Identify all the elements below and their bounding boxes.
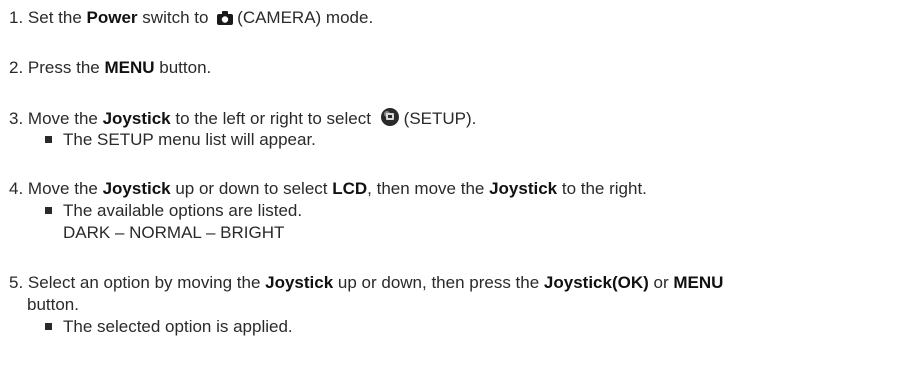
step-text: Move the <box>27 109 103 128</box>
bullet-icon <box>45 136 52 143</box>
bullet-icon <box>45 323 52 330</box>
step-text: Press the <box>27 58 105 77</box>
menu-label: MENU <box>104 58 155 77</box>
bullet-text: The selected option is applied. <box>63 317 293 336</box>
step-text: (CAMERA) mode. <box>237 8 374 27</box>
step-text: to the left or right to select <box>170 109 376 128</box>
joystick-ok-label: Joystick(OK) <box>543 273 649 292</box>
step-text: Set the <box>27 8 87 27</box>
step-text: Select an option by moving the <box>27 273 266 292</box>
step-5-continued: button. <box>27 294 79 316</box>
bullet-icon <box>45 207 52 214</box>
menu-label: MENU <box>673 273 724 292</box>
step-text: up or down to select <box>170 179 333 198</box>
step-1: 1. Set the Power switch to (CAMERA) mode… <box>9 7 373 32</box>
step-text: , then move the <box>367 179 490 198</box>
joystick-label: Joystick <box>102 179 171 198</box>
lcd-label: LCD <box>332 179 368 198</box>
step-number: 2. <box>9 58 24 77</box>
step-number: 5. <box>9 273 24 292</box>
step-5-bullet: The selected option is applied. <box>45 316 293 338</box>
step-number: 1. <box>9 8 24 27</box>
step-2: 2. Press the MENU button. <box>9 57 211 79</box>
step-4-bullet: The available options are listed. <box>45 200 302 222</box>
lcd-options: DARK – NORMAL – BRIGHT <box>63 222 284 244</box>
power-label: Power <box>86 8 138 27</box>
bullet-text: The available options are listed. <box>63 201 303 220</box>
step-text: switch to <box>137 8 214 27</box>
step-text: button. <box>27 295 79 314</box>
step-5: 5. Select an option by moving the Joysti… <box>9 272 723 294</box>
step-number: 4. <box>9 179 24 198</box>
step-text: (SETUP). <box>403 109 477 128</box>
bullet-text: The SETUP menu list will appear. <box>63 130 316 149</box>
step-text: button. <box>154 58 212 77</box>
step-3-bullet: The SETUP menu list will appear. <box>45 129 316 151</box>
step-4: 4. Move the Joystick up or down to selec… <box>9 178 647 200</box>
step-text: Move the <box>27 179 103 198</box>
step-text: to the right. <box>557 179 647 198</box>
setup-icon <box>379 107 401 133</box>
step-text: or <box>648 273 674 292</box>
options-text: DARK – NORMAL – BRIGHT <box>63 223 285 242</box>
camera-icon <box>216 10 234 32</box>
joystick-label: Joystick <box>489 179 558 198</box>
step-number: 3. <box>9 109 24 128</box>
joystick-label: Joystick <box>102 109 171 128</box>
step-text: up or down, then press the <box>333 273 544 292</box>
joystick-label: Joystick <box>265 273 334 292</box>
